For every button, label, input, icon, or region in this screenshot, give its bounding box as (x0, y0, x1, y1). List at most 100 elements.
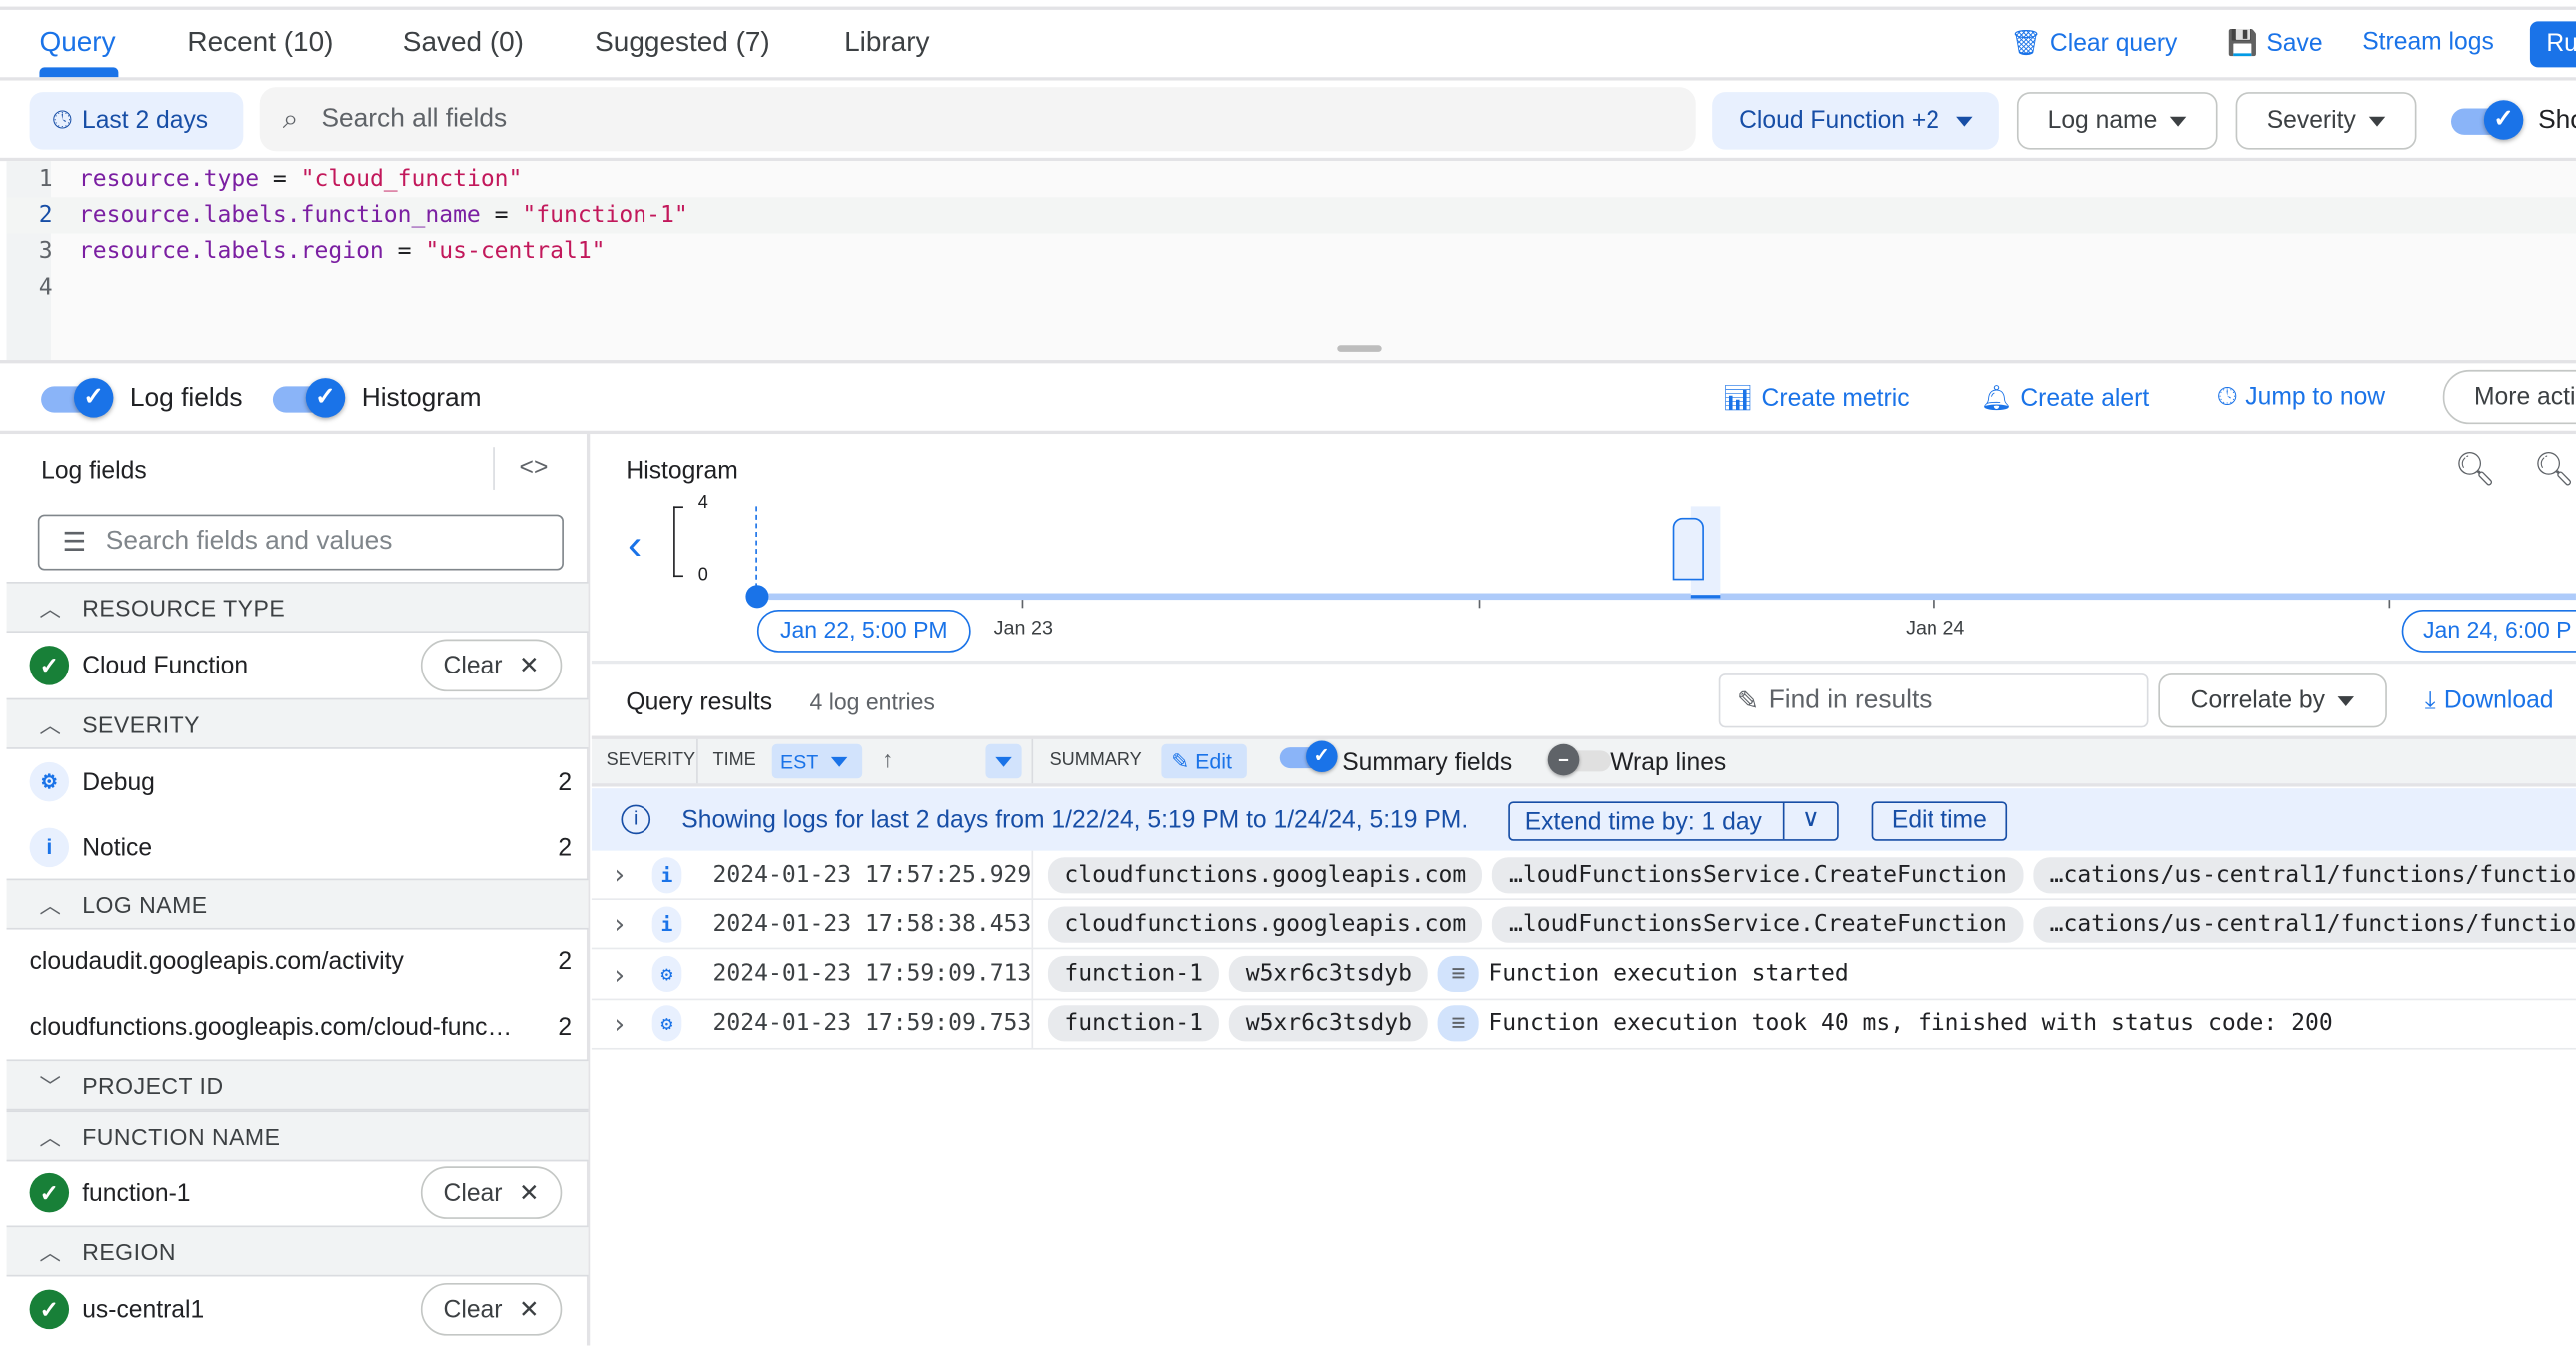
log-entry-row[interactable]: › i 2024-01-23 17:58:38.453 cloudfunctio… (591, 900, 2576, 950)
time-column-menu[interactable] (985, 743, 1022, 779)
field-value-label: us-central1 (82, 1295, 205, 1324)
clock-icon: 🕓︎ (52, 106, 73, 135)
summary-chip[interactable]: …loudFunctionsService.CreateFunction (1492, 856, 2024, 893)
expand-chevron-icon[interactable]: › (612, 958, 628, 989)
log-fields-toggle[interactable]: ✓ (41, 378, 114, 418)
more-actions-button[interactable]: More acti (2442, 369, 2576, 425)
search-fields-input[interactable]: ☰ Search fields and values (37, 514, 564, 571)
field-value-debug[interactable]: ⚙ Debug 2 (7, 749, 589, 815)
field-value-log-name[interactable]: cloudfunctions.googleapis.com/cloud-func… (7, 994, 589, 1060)
tab-library[interactable]: Library (844, 26, 929, 59)
section-project-id[interactable]: ﹀ PROJECT ID (6, 1059, 589, 1111)
section-region[interactable]: ︿ REGION (6, 1225, 589, 1277)
tab-suggested[interactable]: Suggested (7) (595, 26, 770, 59)
editor-resize-handle[interactable] (1337, 345, 1382, 352)
log-message: Function execution started (1488, 960, 1849, 988)
field-count: 2 (558, 833, 573, 862)
sort-ascending-icon[interactable]: ↑ (882, 745, 894, 771)
code-line[interactable]: resource.labels.function_name = "functio… (79, 202, 688, 228)
section-label: RESOURCE TYPE (82, 594, 286, 621)
tab-recent[interactable]: Recent (10) (187, 26, 333, 59)
time-range-button[interactable]: 🕓︎ Last 2 days (29, 92, 244, 150)
summary-chip[interactable]: …cations/us-central1/functions/function-… (2033, 856, 2576, 893)
stream-logs-button[interactable]: Stream logs (2362, 28, 2494, 56)
y-tick: 0 (697, 565, 708, 586)
find-in-results-input[interactable]: ✎ Find in results (1718, 673, 2149, 728)
field-value-notice[interactable]: i Notice 2 (7, 814, 589, 880)
clear-button[interactable]: Clear ✕ (420, 639, 563, 692)
section-severity[interactable]: ︿ SEVERITY (6, 697, 589, 749)
code-line[interactable]: resource.labels.region = "us-central1" (79, 238, 606, 264)
field-value-cloud-function[interactable]: ✓ Cloud Function Clear ✕ (7, 633, 589, 698)
tab-saved[interactable]: Saved (0) (403, 26, 524, 59)
edit-label: Edit (1195, 748, 1232, 774)
summary-chip[interactable]: …cations/us-central1/functions/function-… (2033, 906, 2576, 943)
column-time[interactable]: TIME (713, 750, 756, 770)
range-start-handle[interactable] (745, 585, 769, 609)
clear-query-button[interactable]: 🗑 Clear query (2010, 28, 2177, 58)
column-severity[interactable]: SEVERITY (607, 750, 695, 770)
summary-chip[interactable]: function-1 (1047, 1005, 1220, 1043)
range-start-label[interactable]: Jan 22, 5:00 PM (756, 609, 971, 653)
show-query-toggle[interactable]: ✓ (2450, 100, 2524, 140)
log-name-dropdown[interactable]: Log name (2016, 92, 2218, 150)
zoom-in-icon[interactable]: 🔍︎ (2533, 449, 2575, 490)
run-query-button[interactable]: Ru (2529, 21, 2576, 68)
search-all-fields-input[interactable]: ⌕ Search all fields (259, 87, 1696, 152)
divider (696, 738, 698, 784)
summary-chip[interactable]: function-1 (1047, 956, 1220, 993)
clear-button[interactable]: Clear ✕ (420, 1283, 563, 1336)
expand-chevron-icon[interactable]: › (612, 1008, 628, 1039)
summary-chip[interactable]: cloudfunctions.googleapis.com (1047, 856, 1483, 893)
log-entry-row[interactable]: › ⚙ 2024-01-23 17:59:09.753 function-1 w5… (591, 1000, 2576, 1050)
timeline-track[interactable] (756, 593, 2576, 601)
field-value-log-name[interactable]: cloudaudit.googleapis.com/activity 2 (7, 928, 589, 994)
summary-chip[interactable]: w5xr6c3tsdyb (1229, 1005, 1429, 1043)
wrap-lines-toggle[interactable]: − (1547, 743, 1611, 776)
scroll-left-icon[interactable]: ‹ (628, 520, 642, 571)
log-entry-row[interactable]: › ⚙ 2024-01-23 17:59:09.713 function-1 w5… (591, 950, 2576, 1000)
code-toggle-icon[interactable]: <> (520, 454, 549, 482)
edit-time-button[interactable]: Edit time (1871, 801, 2008, 841)
section-label: PROJECT ID (82, 1071, 224, 1099)
section-log-name[interactable]: ︿ LOG NAME (6, 878, 589, 930)
download-button[interactable]: ⤓ Download (2425, 686, 2554, 714)
log-entry-row[interactable]: › i 2024-01-23 17:57:25.929 cloudfunctio… (591, 851, 2576, 900)
summary-fields-toggle[interactable]: ✓ (1279, 740, 1338, 773)
summary-chip[interactable]: …loudFunctionsService.CreateFunction (1492, 906, 2024, 943)
section-resource-type[interactable]: ︿ RESOURCE TYPE (6, 582, 589, 633)
zoom-out-icon[interactable]: 🔍︎ (2454, 449, 2496, 490)
resource-filter-dropdown[interactable]: Cloud Function +2 (1712, 92, 1999, 150)
histogram-title: Histogram (626, 457, 738, 486)
save-button[interactable]: 💾 Save (2227, 28, 2322, 58)
histogram-toggle[interactable]: ✓ (272, 378, 346, 418)
code-line[interactable]: resource.type = "cloud_function" (79, 166, 522, 192)
correlate-by-dropdown[interactable]: Correlate by (2158, 673, 2387, 728)
expand-chevron-icon[interactable]: › (612, 909, 628, 940)
section-function-name[interactable]: ︿ FUNCTION NAME (6, 1110, 589, 1162)
check-icon: ✓ (1306, 740, 1338, 773)
field-value-function-1[interactable]: ✓ function-1 Clear ✕ (7, 1160, 589, 1226)
extend-time-button[interactable]: Extend time by: 1 day ∨ (1508, 801, 1839, 841)
x-tick-mark (1933, 600, 1935, 609)
logs-explorer: Query Recent (10) Saved (0) Suggested (7… (0, 0, 2576, 1346)
histogram-bar[interactable] (1672, 517, 1704, 581)
line-number: 1 (38, 166, 53, 193)
edit-summary-button[interactable]: ✎ Edit (1161, 743, 1247, 779)
jump-to-now-button[interactable]: 🕓︎ Jump to now (2218, 383, 2386, 411)
summary-chip[interactable]: cloudfunctions.googleapis.com (1047, 906, 1483, 943)
expand-chevron-icon[interactable]: › (612, 859, 628, 890)
field-value-us-central1[interactable]: ✓ us-central1 Clear ✕ (7, 1276, 589, 1342)
clear-button[interactable]: Clear ✕ (420, 1166, 563, 1219)
summary-chip[interactable]: w5xr6c3tsdyb (1229, 956, 1429, 993)
range-end-label[interactable]: Jan 24, 6:00 P (2401, 609, 2576, 653)
severity-dropdown[interactable]: Severity (2235, 92, 2417, 150)
close-icon: ✕ (518, 652, 540, 680)
tab-query[interactable]: Query (39, 26, 115, 59)
metric-icon: 📊︎ (1722, 384, 1754, 413)
create-alert-button[interactable]: 🔔︎ Create alert (1981, 383, 2149, 413)
chevron-up-icon: ︿ (39, 712, 62, 738)
chevron-down-icon[interactable]: ∨ (1783, 802, 1837, 840)
create-metric-button[interactable]: 📊︎ Create metric (1722, 383, 1910, 413)
timezone-dropdown[interactable]: EST (771, 743, 863, 779)
